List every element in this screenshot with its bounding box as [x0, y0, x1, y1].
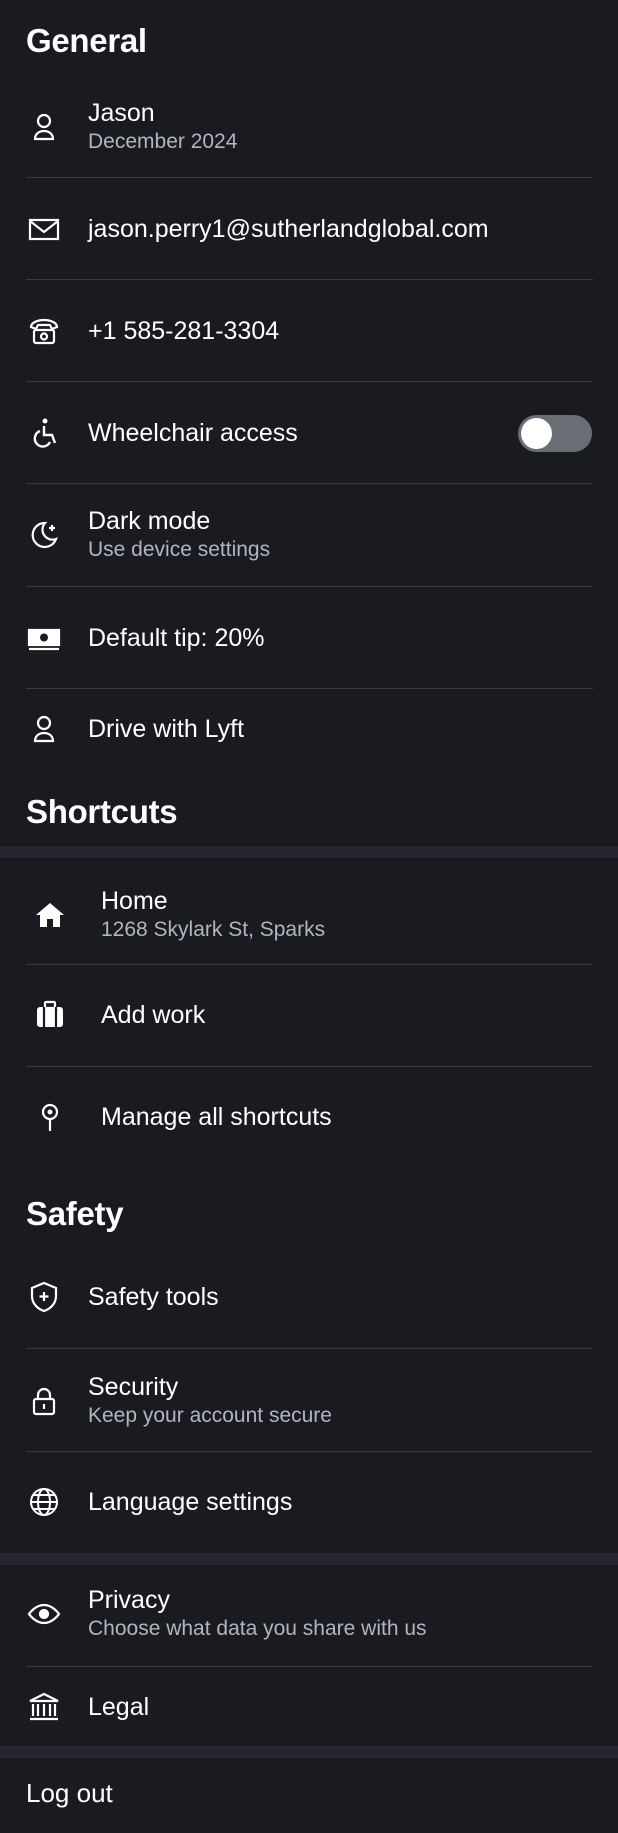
- phone-row[interactable]: +1 585-281-3304: [0, 298, 618, 364]
- language-row[interactable]: Language settings: [0, 1469, 618, 1535]
- section-title-general: General: [26, 22, 147, 59]
- divider: [26, 177, 593, 178]
- security-row[interactable]: Security Keep your account secure: [0, 1366, 618, 1436]
- manage-shortcuts-row[interactable]: Manage all shortcuts: [0, 1084, 618, 1150]
- privacy-sub: Choose what data you share with us: [88, 1617, 427, 1640]
- wheelchair-icon: [26, 415, 62, 451]
- home-label: Home: [101, 887, 168, 915]
- divider: [26, 279, 593, 280]
- section-separator: [0, 846, 618, 858]
- eye-icon: [26, 1596, 62, 1632]
- wheelchair-label: Wheelchair access: [88, 419, 298, 447]
- cash-icon: [26, 620, 62, 656]
- divider: [26, 1666, 593, 1667]
- shortcut-work-row[interactable]: Add work: [0, 982, 618, 1048]
- bank-icon: [26, 1689, 62, 1725]
- language-label: Language settings: [88, 1488, 293, 1516]
- profile-member-since: December 2024: [88, 130, 238, 153]
- privacy-row[interactable]: Privacy Choose what data you share with …: [0, 1579, 618, 1649]
- dark-mode-label: Dark mode: [88, 507, 211, 535]
- person-icon: [26, 109, 62, 145]
- divider: [26, 586, 593, 587]
- security-sub: Keep your account secure: [88, 1404, 332, 1427]
- phone-value: +1 585-281-3304: [88, 317, 280, 345]
- drive-row[interactable]: Drive with Lyft: [0, 696, 618, 762]
- profile-row[interactable]: Jason December 2024: [0, 92, 618, 162]
- safety-tools-row[interactable]: Safety tools: [0, 1264, 618, 1330]
- toggle-knob: [521, 418, 552, 449]
- safety-tools-label: Safety tools: [88, 1283, 219, 1311]
- legal-row[interactable]: Legal: [0, 1674, 618, 1740]
- dark-mode-value: Use device settings: [88, 538, 271, 561]
- lock-icon: [26, 1383, 62, 1419]
- section-title-shortcuts: Shortcuts: [26, 793, 178, 830]
- email-row[interactable]: jason.perry1@sutherlandglobal.com: [0, 196, 618, 262]
- pin-icon: [32, 1099, 68, 1135]
- house-icon: [32, 897, 68, 933]
- shortcut-home-row[interactable]: Home 1268 Skylark St, Sparks: [0, 880, 618, 950]
- privacy-label: Privacy: [88, 1586, 170, 1614]
- envelope-icon: [26, 211, 62, 247]
- email-value: jason.perry1@sutherlandglobal.com: [88, 215, 489, 243]
- moon-icon: [26, 517, 62, 553]
- security-label: Security: [88, 1373, 179, 1401]
- person-icon: [26, 711, 62, 747]
- briefcase-icon: [32, 997, 68, 1033]
- wheelchair-row[interactable]: Wheelchair access: [0, 400, 618, 466]
- dark-mode-row[interactable]: Dark mode Use device settings: [0, 500, 618, 570]
- shield-icon: [26, 1279, 62, 1315]
- divider: [26, 483, 593, 484]
- default-tip-label: Default tip: 20%: [88, 624, 265, 652]
- divider: [26, 1066, 593, 1067]
- home-address: 1268 Skylark St, Sparks: [101, 918, 326, 941]
- default-tip-row[interactable]: Default tip: 20%: [0, 605, 618, 671]
- divider: [26, 381, 593, 382]
- wheelchair-toggle[interactable]: [518, 415, 592, 452]
- logout-button[interactable]: Log out: [26, 1778, 113, 1809]
- section-title-safety: Safety: [26, 1195, 124, 1232]
- legal-label: Legal: [88, 1693, 150, 1721]
- divider: [26, 1451, 593, 1452]
- section-separator: [0, 1746, 618, 1758]
- globe-icon: [26, 1484, 62, 1520]
- divider: [26, 1348, 593, 1349]
- work-label: Add work: [101, 1001, 206, 1029]
- divider: [26, 964, 593, 965]
- section-separator: [0, 1553, 618, 1565]
- profile-name: Jason: [88, 99, 155, 127]
- phone-icon: [26, 313, 62, 349]
- drive-label: Drive with Lyft: [88, 715, 245, 743]
- manage-shortcuts-label: Manage all shortcuts: [101, 1103, 332, 1131]
- divider: [26, 688, 593, 689]
